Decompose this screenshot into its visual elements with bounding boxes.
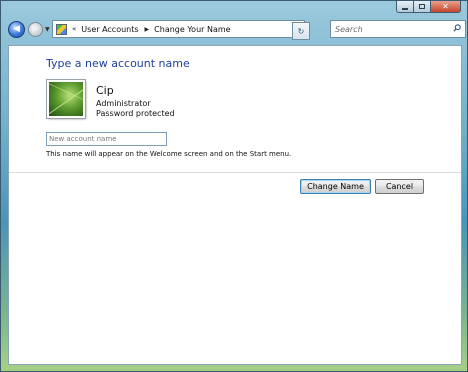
recent-pages-dropdown-icon[interactable]: ▼ — [45, 26, 50, 33]
avatar — [46, 79, 86, 119]
back-button[interactable]: ◀ — [8, 21, 25, 38]
search-input[interactable] — [331, 21, 449, 37]
search-box[interactable] — [330, 20, 466, 38]
page-title: Type a new account name — [46, 57, 190, 70]
maximize-button[interactable] — [414, 1, 431, 13]
breadcrumb-change-your-name[interactable]: Change Your Name — [154, 25, 230, 34]
address-bar[interactable]: « User Accounts ▶ Change Your Name ▼ — [52, 20, 305, 38]
user-role: Administrator — [96, 99, 151, 108]
minimize-button[interactable] — [396, 1, 414, 13]
navigation-bar: ◀ ▶ ▼ « User Accounts ▶ Change Your Name… — [5, 18, 466, 40]
user-name: Cip — [96, 84, 114, 97]
window-frame: ✕ ◀ ▶ ▼ « User Accounts ▶ Change Your Na… — [0, 0, 468, 372]
overflow-chevron-icon[interactable]: « — [72, 25, 76, 33]
content-pane: Type a new account name Cip Administrato… — [8, 45, 462, 365]
refresh-icon: ↻ — [297, 26, 305, 36]
close-icon: ✕ — [442, 1, 449, 11]
maximize-icon — [419, 4, 425, 9]
control-panel-icon — [56, 23, 67, 35]
password-status: Password protected — [96, 109, 175, 118]
breadcrumb-separator-icon[interactable]: ▶ — [145, 26, 150, 33]
breadcrumb-user-accounts[interactable]: User Accounts — [81, 25, 138, 34]
search-area: ↻ — [292, 20, 466, 40]
back-arrow-icon: ◀ — [13, 24, 20, 34]
forward-arrow-icon: ▶ — [32, 24, 39, 34]
refresh-button[interactable]: ↻ — [292, 22, 310, 40]
cancel-button[interactable]: Cancel — [375, 179, 424, 194]
search-icon[interactable] — [453, 24, 461, 32]
minimize-icon — [402, 7, 408, 10]
help-text: This name will appear on the Welcome scr… — [46, 150, 292, 158]
change-name-button[interactable]: Change Name — [300, 179, 371, 194]
caption-buttons: ✕ — [396, 1, 461, 14]
forward-button[interactable]: ▶ — [28, 22, 43, 37]
new-account-name-field[interactable] — [46, 132, 167, 146]
close-button[interactable]: ✕ — [431, 1, 461, 13]
divider — [9, 172, 461, 173]
